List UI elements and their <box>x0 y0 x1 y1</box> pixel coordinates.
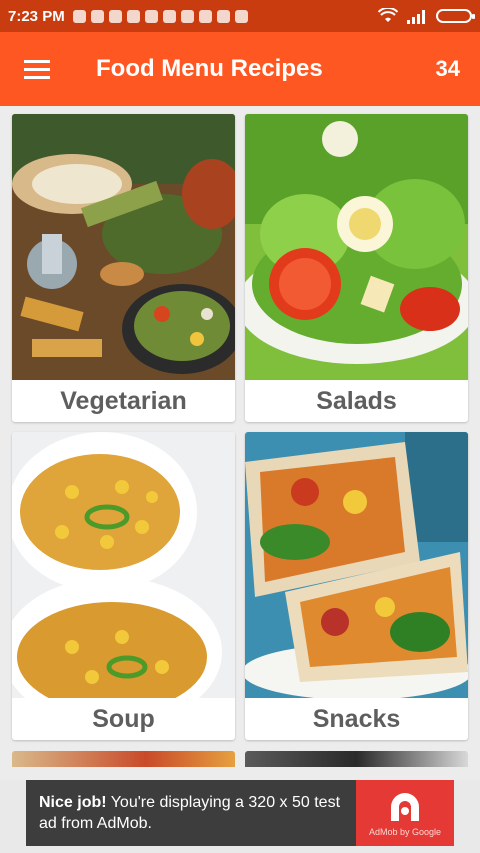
category-card-peek[interactable] <box>12 751 235 767</box>
vegetarian-food-image <box>12 114 235 380</box>
category-card-soup[interactable]: Soup <box>12 432 235 740</box>
category-label-vegetarian: Vegetarian <box>60 386 187 415</box>
category-label-snacks: Snacks <box>312 704 401 733</box>
page-title: Food Menu Recipes <box>96 55 323 82</box>
recipe-count: 34 <box>435 56 460 81</box>
notification-app-icon <box>234 9 248 23</box>
app-bar: Food Menu Recipes 34 <box>0 32 480 106</box>
admob-caption: AdMob by Google <box>368 827 442 837</box>
wifi-icon <box>378 8 398 22</box>
signal-icon <box>407 10 425 24</box>
hamburger-menu-button[interactable] <box>0 32 74 106</box>
notification-app-icon <box>90 9 104 23</box>
soup-image <box>12 432 235 698</box>
notification-app-icon <box>162 9 176 23</box>
ad-banner[interactable]: Nice job! You're displaying a 320 x 50 t… <box>0 780 480 853</box>
notification-mail-icon <box>180 9 194 23</box>
category-card-snacks[interactable]: Snacks <box>245 432 468 740</box>
ad-content[interactable]: Nice job! You're displaying a 320 x 50 t… <box>26 780 454 846</box>
salad-image <box>245 114 468 380</box>
notification-app-icon <box>216 9 230 23</box>
status-bar: 7:23 PM <box>0 0 480 32</box>
ad-headline: Nice job! <box>39 794 107 811</box>
notification-app-icon <box>126 9 140 23</box>
admob-logo[interactable]: AdMob by Google <box>356 780 454 846</box>
notification-app-icon <box>198 9 212 23</box>
notification-icons <box>72 9 248 23</box>
category-label-salads: Salads <box>316 386 397 415</box>
ad-text: Nice job! You're displaying a 320 x 50 t… <box>26 792 356 834</box>
battery-icon <box>436 9 475 23</box>
category-card-salads[interactable]: Salads <box>245 114 468 422</box>
status-time: 7:23 PM <box>8 7 65 25</box>
category-card-peek[interactable] <box>245 751 468 767</box>
hamburger-menu-icon <box>24 60 50 79</box>
snacks-wrap-image <box>245 432 468 698</box>
category-label-soup: Soup <box>92 704 155 733</box>
status-indicators <box>378 8 475 24</box>
notification-app-icon <box>108 9 122 23</box>
category-card-vegetarian[interactable]: Vegetarian <box>12 114 235 422</box>
admob-icon <box>391 793 419 821</box>
notification-app-icon <box>144 9 158 23</box>
notification-app-icon <box>72 9 86 23</box>
